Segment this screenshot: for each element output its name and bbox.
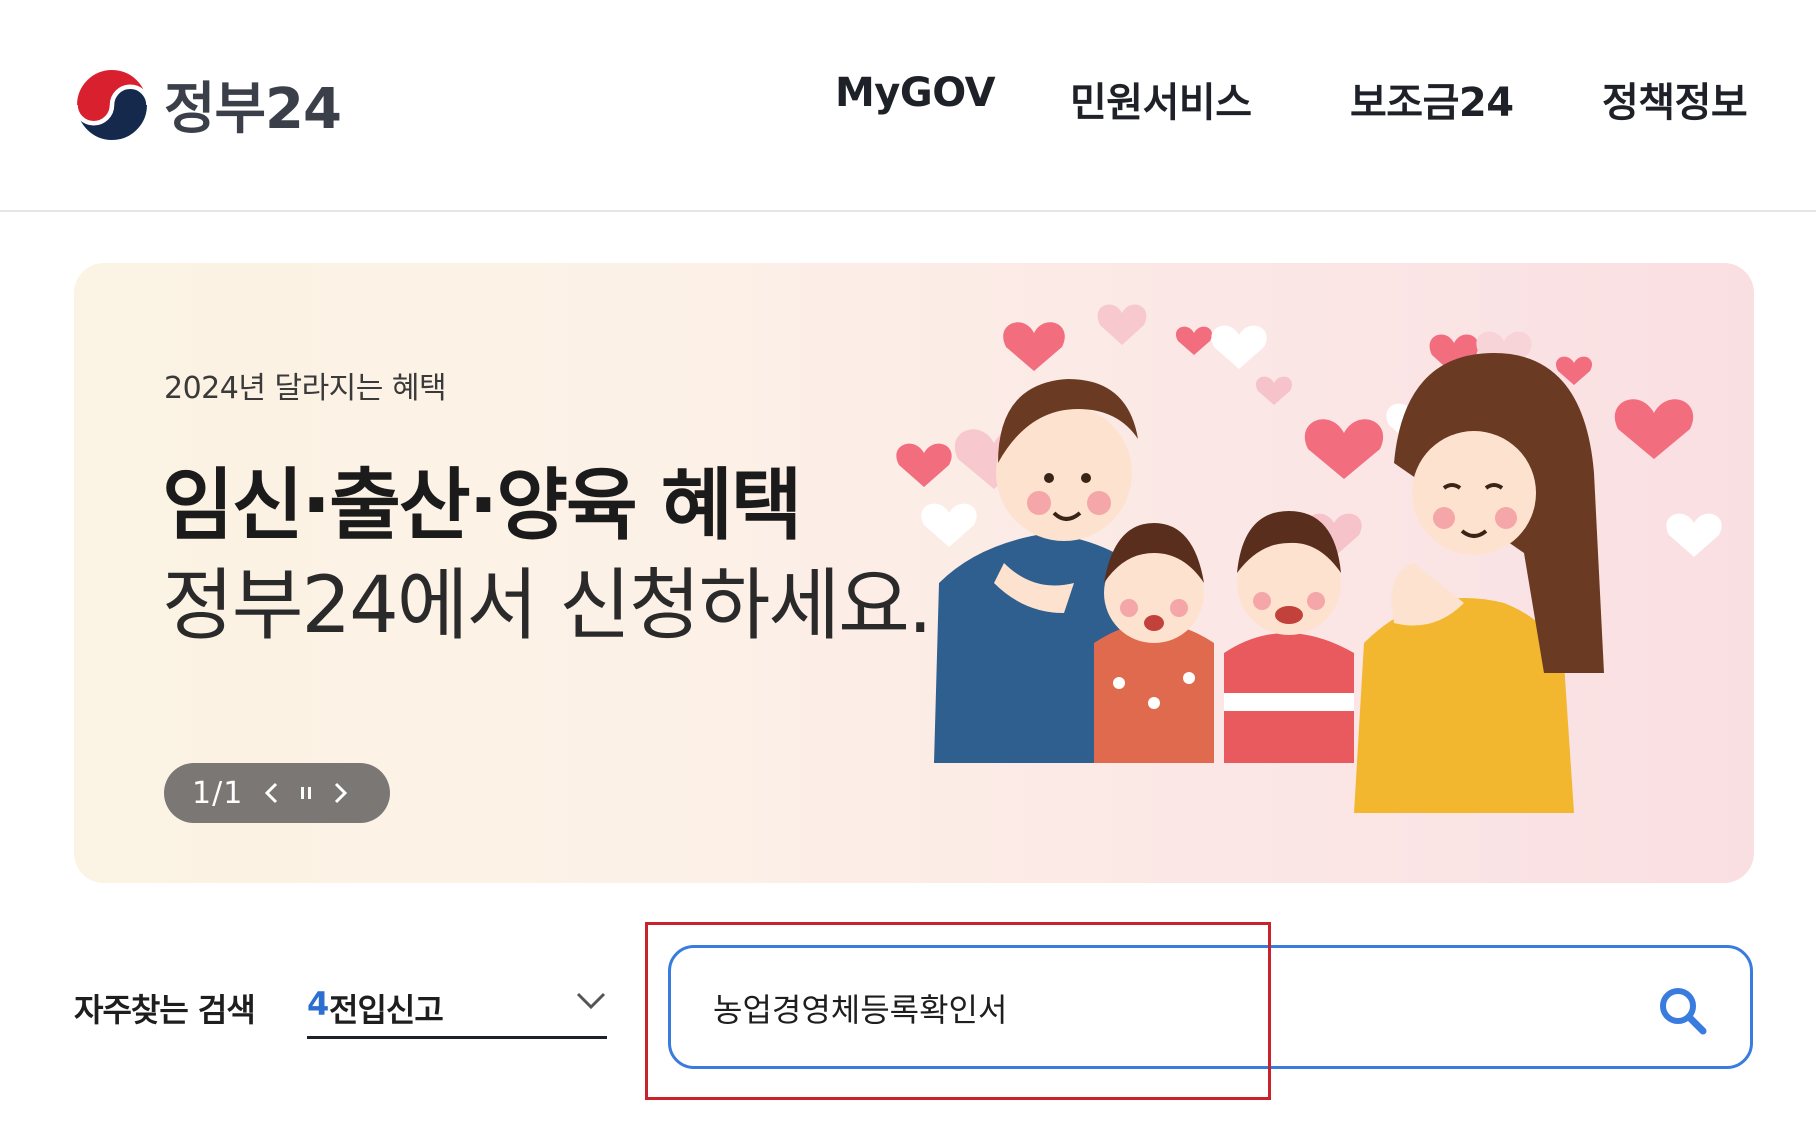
search-box [668, 945, 1753, 1069]
frequent-search-dropdown[interactable]: 4 전입신고 [307, 975, 607, 1039]
banner-pager: 1/1 [164, 763, 390, 823]
main-nav: MyGOV 민원서비스 보조금24 정책정보 [0, 70, 1816, 130]
nav-subsidy24[interactable]: 보조금24 [1350, 70, 1514, 128]
search-input[interactable] [713, 978, 1593, 1038]
nav-civil-services[interactable]: 민원서비스 [1070, 70, 1252, 128]
pause-slide-button[interactable] [289, 773, 323, 813]
banner-subtitle: 2024년 달라지는 혜택 [164, 371, 447, 406]
banner-title-line2: 정부24에서 신청하세요. [162, 561, 933, 651]
girl-figure [1094, 523, 1214, 763]
pause-icon [301, 787, 312, 799]
site-header: 정부24 MyGOV 민원서비스 보조금24 정책정보 [0, 0, 1816, 212]
boy-figure [1224, 511, 1354, 763]
frequent-search-term: 전입신고 [329, 991, 444, 1029]
next-slide-button[interactable] [323, 773, 357, 813]
chevron-right-icon [335, 782, 348, 804]
frequent-search-rank: 4 [307, 985, 330, 1023]
chevron-down-icon [576, 992, 606, 1010]
search-icon[interactable] [1656, 984, 1710, 1038]
nav-mygov[interactable]: MyGOV [835, 70, 996, 116]
frequent-search-label: 자주찾는 검색 [74, 991, 256, 1029]
prev-slide-button[interactable] [255, 773, 289, 813]
family-illustration [896, 304, 1722, 813]
pager-count: 1/1 [192, 775, 244, 811]
nav-policy-info[interactable]: 정책정보 [1602, 70, 1748, 128]
chevron-left-icon [265, 782, 278, 804]
banner-title: 임신·출산·양육 혜택 [162, 461, 802, 551]
hero-banner[interactable]: 2024년 달라지는 혜택 임신·출산·양육 혜택 정부24에서 신청하세요. [74, 263, 1754, 883]
